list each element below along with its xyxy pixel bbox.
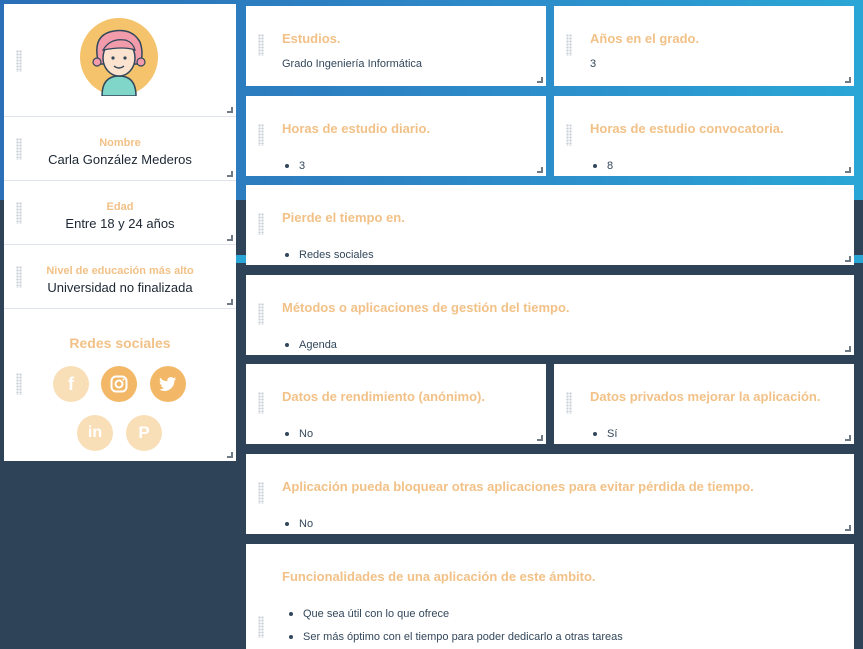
drag-handle-icon[interactable] — [258, 616, 264, 638]
card-private-data: Datos privados mejorar la aplicación. Sí — [554, 364, 854, 444]
card-list: Que sea útil con lo que ofrece Ser más ó… — [286, 607, 623, 649]
linkedin-icon[interactable]: in — [77, 415, 113, 451]
card-title: Estudios. — [282, 31, 341, 46]
profile-column: Nombre Carla González Mederos Edad Entre… — [4, 4, 236, 461]
age-section: Edad Entre 18 y 24 años — [4, 181, 236, 245]
name-value: Carla González Mederos — [48, 152, 192, 167]
card-value: 3 — [590, 58, 597, 70]
resize-handle-icon[interactable] — [537, 167, 543, 173]
card-methods: Métodos o aplicaciones de gestión del ti… — [246, 275, 854, 355]
list-item: 3 — [282, 159, 305, 182]
resize-handle-icon[interactable] — [845, 525, 851, 531]
card-list: Sí — [590, 427, 617, 450]
drag-handle-icon[interactable] — [258, 303, 264, 325]
drag-handle-icon[interactable] — [16, 50, 22, 72]
card-title: Horas de estudio convocatoria. — [590, 121, 784, 136]
drag-handle-icon[interactable] — [258, 392, 264, 414]
avatar — [80, 18, 158, 96]
avatar-section — [4, 4, 236, 117]
card-list: No — [282, 517, 313, 540]
card-list: 3 — [282, 159, 305, 182]
pinterest-icon[interactable]: P — [126, 415, 162, 451]
card-list: No — [282, 427, 313, 450]
list-item: Sí — [590, 427, 617, 450]
list-item: No — [282, 427, 313, 450]
card-performance-data: Datos de rendimiento (anónimo). No — [246, 364, 546, 444]
card-daily-hours: Horas de estudio diario. 3 — [246, 96, 546, 176]
card-exam-hours: Horas de estudio convocatoria. 8 — [554, 96, 854, 176]
list-item: 8 — [590, 159, 613, 182]
age-value: Entre 18 y 24 años — [65, 216, 175, 231]
name-label: Nombre — [99, 137, 141, 149]
resize-handle-icon[interactable] — [537, 77, 543, 83]
drag-handle-icon[interactable] — [258, 213, 264, 235]
list-item: Que sea útil con lo que ofrece — [286, 607, 623, 630]
instagram-icon[interactable] — [101, 366, 137, 402]
resize-handle-icon[interactable] — [845, 435, 851, 441]
name-section: Nombre Carla González Mederos — [4, 117, 236, 181]
list-item: Redes sociales — [282, 248, 374, 271]
list-item: Ser más óptimo con el tiempo para poder … — [286, 630, 623, 649]
education-section: Nivel de educación más alto Universidad … — [4, 245, 236, 309]
resize-handle-icon[interactable] — [227, 171, 233, 177]
drag-handle-icon[interactable] — [566, 124, 572, 146]
card-studies: Estudios. Grado Ingeniería Informática — [246, 6, 546, 86]
card-title: Años en el grado. — [590, 31, 700, 46]
resize-handle-icon[interactable] — [227, 452, 233, 458]
list-item: No — [282, 517, 313, 540]
resize-handle-icon[interactable] — [845, 167, 851, 173]
card-title: Aplicación pueda bloquear otras aplicaci… — [282, 479, 754, 494]
drag-handle-icon[interactable] — [258, 124, 264, 146]
age-label: Edad — [106, 201, 134, 213]
card-title: Datos privados mejorar la aplicación. — [590, 389, 821, 404]
card-title: Pierde el tiempo en. — [282, 210, 405, 225]
card-list: Redes sociales — [282, 248, 374, 271]
card-wastes-time: Pierde el tiempo en. Redes sociales — [246, 185, 854, 265]
resize-handle-icon[interactable] — [845, 77, 851, 83]
card-title: Datos de rendimiento (anónimo). — [282, 389, 485, 404]
social-title: Redes sociales — [69, 335, 171, 351]
card-list: 8 — [590, 159, 613, 182]
card-features: Funcionalidades de una aplicación de est… — [246, 544, 854, 649]
education-label: Nivel de educación más alto — [46, 265, 194, 277]
drag-handle-icon[interactable] — [258, 482, 264, 504]
resize-handle-icon[interactable] — [537, 435, 543, 441]
twitter-icon[interactable] — [150, 366, 186, 402]
card-title: Horas de estudio diario. — [282, 121, 431, 136]
list-item: Agenda — [282, 338, 337, 361]
facebook-icon[interactable]: f — [53, 366, 89, 402]
card-value: Grado Ingeniería Informática — [282, 58, 423, 70]
drag-handle-icon[interactable] — [16, 373, 22, 395]
resize-handle-icon[interactable] — [227, 299, 233, 305]
resize-handle-icon[interactable] — [845, 346, 851, 352]
social-section: Redes sociales f in P — [4, 309, 236, 461]
drag-handle-icon[interactable] — [566, 392, 572, 414]
drag-handle-icon[interactable] — [258, 34, 264, 56]
resize-handle-icon[interactable] — [227, 107, 233, 113]
education-value: Universidad no finalizada — [47, 280, 193, 295]
card-years: Años en el grado. 3 — [554, 6, 854, 86]
resize-handle-icon[interactable] — [845, 256, 851, 262]
card-title: Funcionalidades de una aplicación de est… — [282, 569, 596, 584]
drag-handle-icon[interactable] — [566, 34, 572, 56]
card-block-apps: Aplicación pueda bloquear otras aplicaci… — [246, 454, 854, 534]
card-list: Agenda — [282, 338, 337, 361]
card-title: Métodos o aplicaciones de gestión del ti… — [282, 300, 570, 315]
resize-handle-icon[interactable] — [227, 235, 233, 241]
